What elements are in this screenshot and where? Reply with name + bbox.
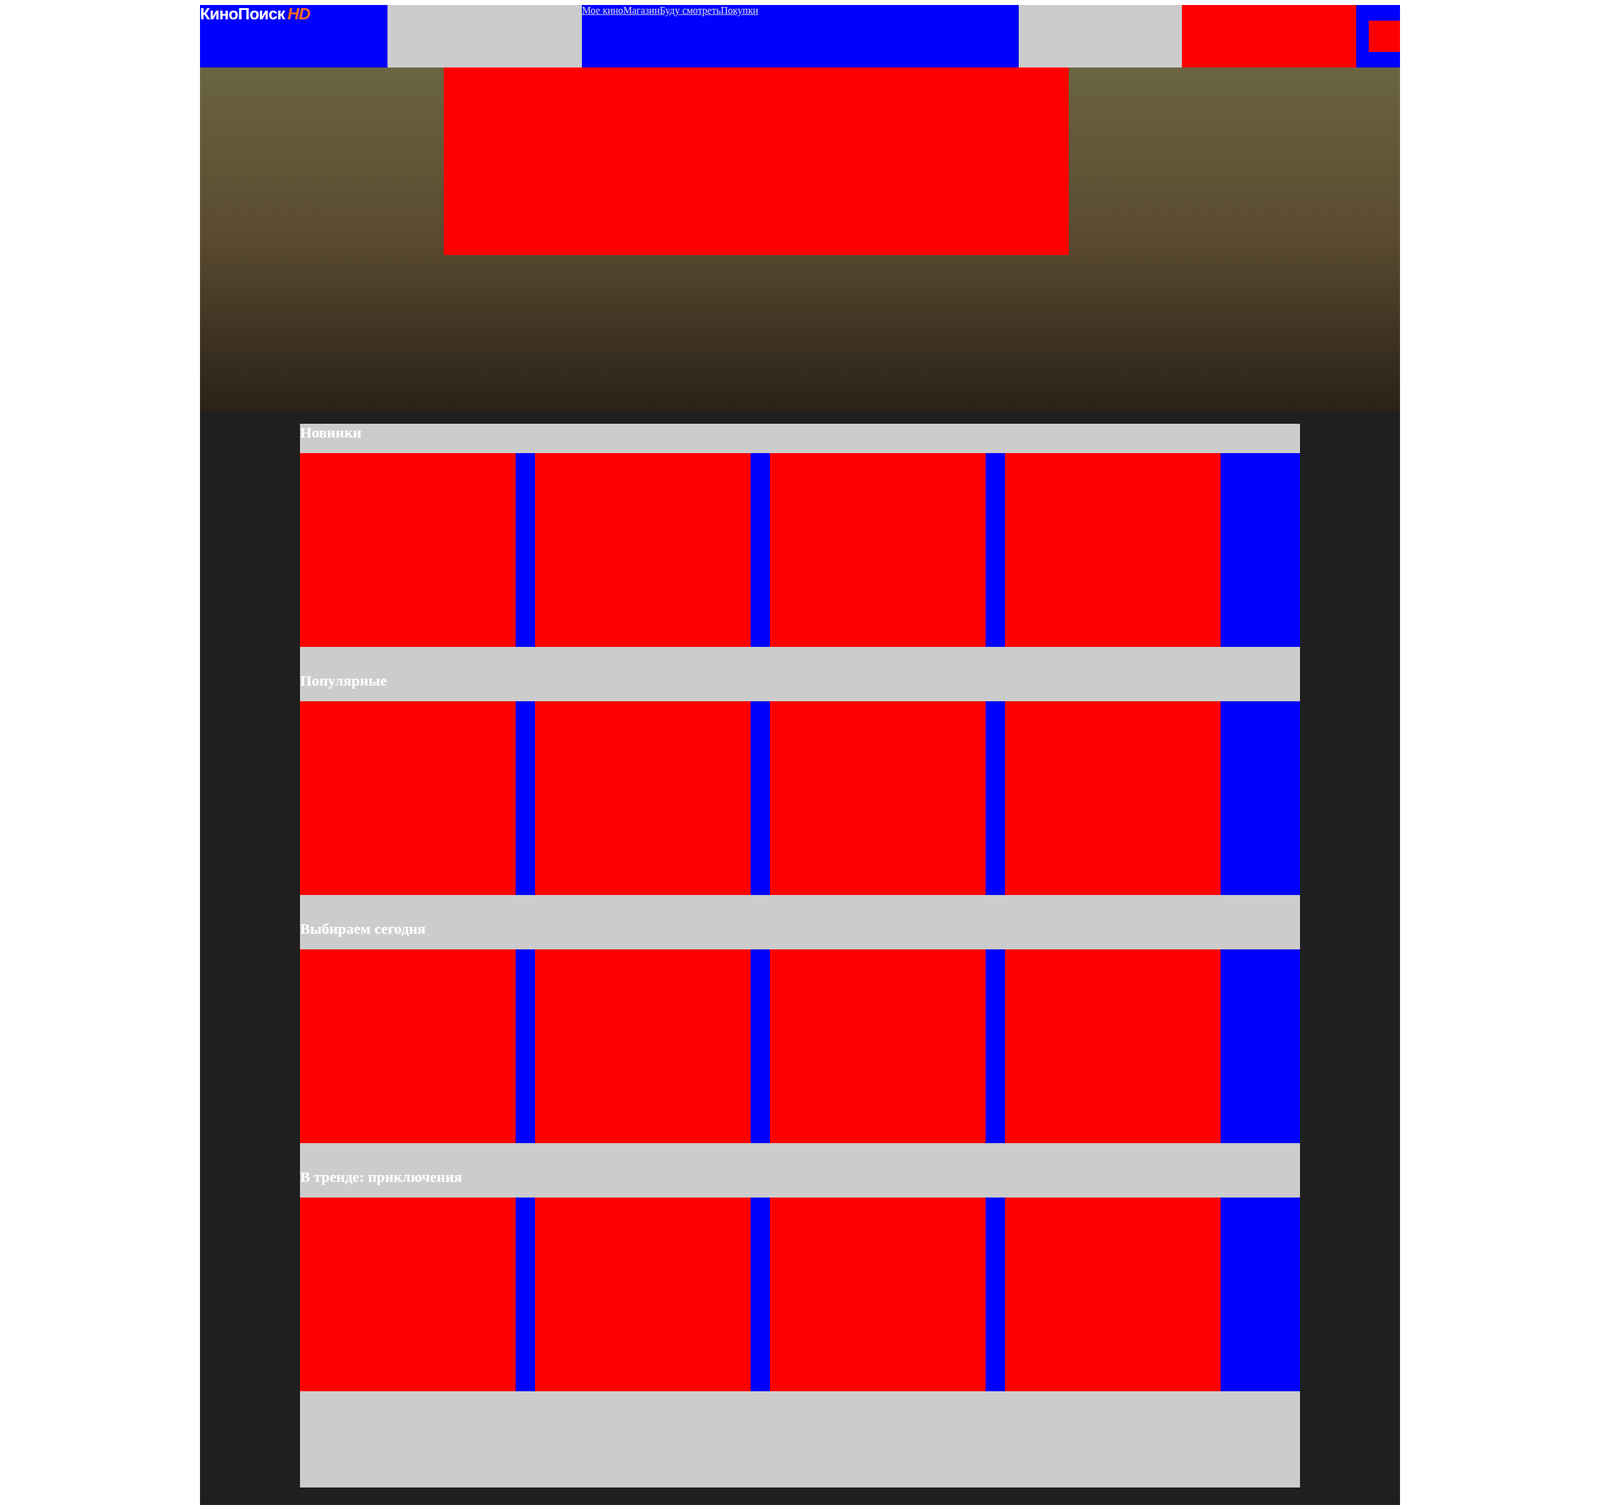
- header: КиноПоискHD Мое киноМагазинБуду смотретьП…: [200, 5, 1400, 68]
- section: Выбираем сегодня: [300, 895, 1300, 1144]
- logo-badge: HD: [287, 5, 310, 23]
- subscribe-button[interactable]: [1181, 5, 1357, 68]
- movie-card[interactable]: [1005, 1197, 1221, 1392]
- nav-link[interactable]: Буду смотреть: [659, 5, 721, 17]
- content-inner: Новинки Популярные Выбираем сегодня В тренд…: [300, 423, 1300, 1488]
- card-row: [300, 453, 1300, 647]
- movie-card[interactable]: [1005, 949, 1221, 1144]
- movie-card[interactable]: [770, 453, 986, 647]
- hero-banner[interactable]: [443, 67, 1069, 255]
- movie-card[interactable]: [770, 701, 986, 895]
- movie-card[interactable]: [300, 1197, 516, 1392]
- logo[interactable]: КиноПоискHD: [200, 5, 310, 23]
- section-title: Выбираем сегодня: [300, 920, 1300, 938]
- section-header: Выбираем сегодня: [300, 895, 1300, 950]
- section: Популярные: [300, 646, 1300, 895]
- card-row: [300, 701, 1300, 895]
- movie-card[interactable]: [535, 453, 751, 647]
- section: В тренде: приключения: [300, 1143, 1300, 1392]
- logo-text: КиноПоиск: [200, 5, 285, 23]
- nav-link[interactable]: Мое кино: [581, 5, 624, 17]
- section-header: В тренде: приключения: [300, 1143, 1300, 1198]
- app-frame: КиноПоискHDМое киноМагазинБуду смотретьП…: [200, 5, 1400, 1505]
- profile-avatar[interactable]: [1368, 20, 1400, 52]
- section-title: Новинки: [300, 423, 1300, 442]
- section-header: Популярные: [300, 646, 1300, 702]
- card-row: [300, 949, 1300, 1144]
- section-title: Популярные: [300, 671, 1300, 690]
- movie-card[interactable]: [300, 453, 516, 647]
- footer-block: [300, 1391, 1300, 1488]
- section-header: Новинки: [300, 423, 1300, 454]
- movie-card[interactable]: [535, 1197, 751, 1392]
- movie-card[interactable]: [535, 949, 751, 1144]
- movie-card[interactable]: [770, 1197, 986, 1392]
- movie-card[interactable]: [300, 949, 516, 1144]
- nav-link[interactable]: Покупки: [720, 5, 759, 17]
- movie-card[interactable]: [1005, 701, 1221, 895]
- content: Новинки Популярные Выбираем сегодня В тренд…: [200, 411, 1400, 1505]
- logo-area: КиноПоискHD: [200, 5, 388, 68]
- card-row: [300, 1197, 1300, 1392]
- movie-card[interactable]: [770, 949, 986, 1144]
- search-area: [1018, 5, 1182, 68]
- page: КиноПоискHDМое киноМагазинБуду смотретьП…: [0, 0, 1600, 1510]
- header-spacer: [387, 5, 582, 68]
- movie-card[interactable]: [535, 701, 751, 895]
- section: Новинки: [300, 423, 1300, 647]
- movie-card[interactable]: [300, 701, 516, 895]
- profile-area: [1356, 5, 1400, 68]
- movie-card[interactable]: [1005, 453, 1221, 647]
- section-title: В тренде: приключения: [300, 1168, 1300, 1186]
- main-nav: Мое киноМагазинБуду смотретьПокупки: [581, 5, 1019, 68]
- hero: [200, 67, 1400, 412]
- nav-link[interactable]: Магазин: [623, 5, 660, 17]
